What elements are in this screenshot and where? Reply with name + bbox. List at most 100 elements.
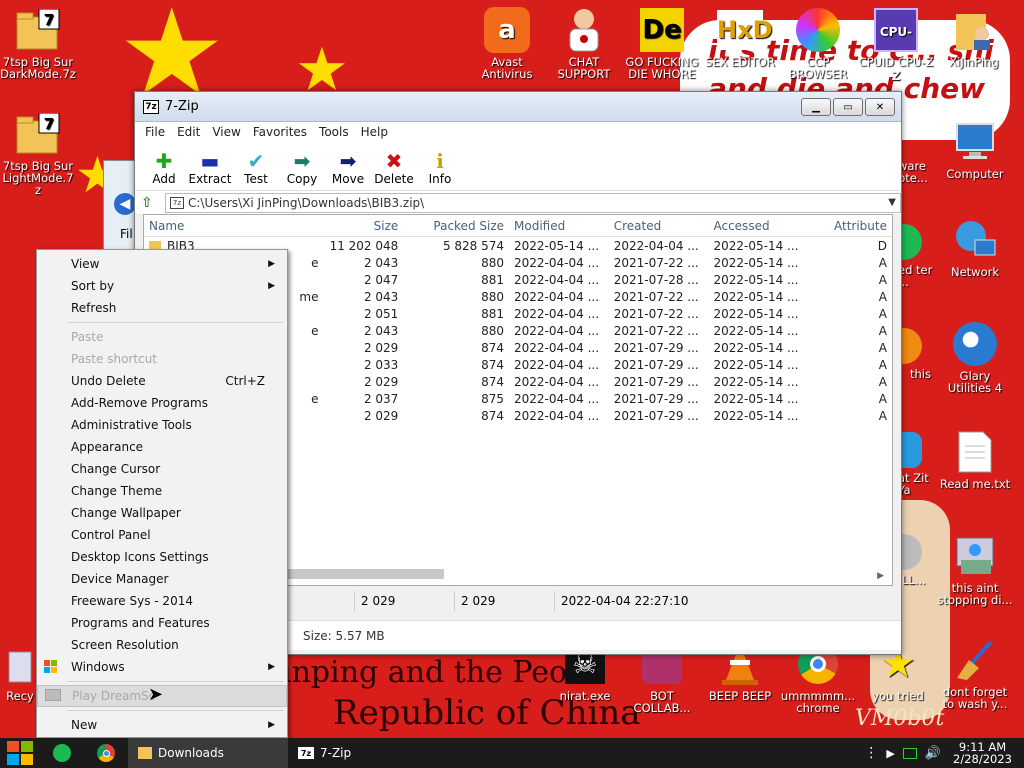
menu-item-desktop-icons-settings[interactable]: Desktop Icons Settings: [37, 546, 287, 568]
desktop-icon-cpuz[interactable]: CPU-Z CPUID CPU-Z: [858, 6, 934, 83]
desktop-icon-7tsp-light[interactable]: 7 7tsp Big Sur LightMode.7z: [0, 110, 76, 196]
cell-accessed: 2022-05-14 ...: [713, 391, 799, 406]
menu-edit[interactable]: Edit: [171, 125, 206, 139]
volume-icon[interactable]: 🔊: [925, 746, 941, 761]
text-file-icon: [951, 428, 999, 476]
cell-packed-size: 874: [481, 340, 505, 355]
menu-item-sort-by[interactable]: Sort by ▶: [37, 275, 287, 297]
menu-favorites[interactable]: Favorites: [247, 125, 313, 139]
menu-help[interactable]: Help: [355, 125, 394, 139]
cell-accessed: 2022-05-14 ...: [713, 238, 799, 253]
scroll-right-icon[interactable]: ▶: [877, 571, 884, 581]
column-attribute[interactable]: Attribute: [808, 219, 892, 233]
menu-file[interactable]: File: [139, 125, 171, 139]
clock[interactable]: 9:11 AM 2/28/2023: [949, 741, 1016, 765]
desktop-icon-chat-support[interactable]: CHAT SUPPORT: [546, 6, 622, 80]
menu-item-add-remove-programs[interactable]: Add-Remove Programs: [37, 392, 287, 414]
move-button[interactable]: ➡ Move: [325, 142, 371, 190]
list-header: Name Size Packed Size Modified Created A…: [144, 215, 892, 237]
desktop-icon-hxd[interactable]: HxD SEX EDITOR: [702, 6, 778, 68]
cell-packed-size: 874: [481, 357, 505, 372]
menu-item-refresh[interactable]: Refresh: [37, 297, 287, 319]
desktop-icon-recycle-bin[interactable]: Recy: [0, 640, 40, 702]
taskbar-spotify[interactable]: [40, 738, 84, 768]
menu-item-change-wallpaper[interactable]: Change Wallpaper: [37, 502, 287, 524]
network-tray-icon[interactable]: [902, 747, 917, 759]
cell-attribute: A: [878, 391, 887, 406]
menu-separator: [67, 681, 283, 682]
desktop-icon-xijinping[interactable]: XiJinPing: [936, 6, 1012, 68]
menu-item-freeware-sys-2014[interactable]: Freeware Sys - 2014: [37, 590, 287, 612]
desktop-icon-glary[interactable]: Glary Utilities 4: [937, 320, 1013, 394]
desktop-icon-broom[interactable]: dont forget to wash y...: [937, 636, 1013, 710]
menu-tools[interactable]: Tools: [313, 125, 355, 139]
green-app-icon: [902, 222, 922, 262]
desktop-icon-7tsp-dark[interactable]: 7 7tsp Big Sur DarkMode.7z: [0, 6, 76, 80]
computer-icon: [951, 118, 999, 166]
column-packed-size[interactable]: Packed Size: [403, 219, 509, 233]
column-modified[interactable]: Modified: [509, 219, 609, 233]
menu-item-label: Freeware Sys - 2014: [71, 594, 193, 608]
desktop-icon-readme[interactable]: Read me.txt: [937, 428, 1013, 490]
minimize-button[interactable]: ▁: [801, 98, 831, 116]
up-folder-icon[interactable]: ⇧: [141, 195, 159, 211]
menu-item-appearance[interactable]: Appearance: [37, 436, 287, 458]
column-accessed[interactable]: Accessed: [708, 219, 808, 233]
cell-packed-size: 875: [481, 391, 505, 406]
more-options-icon[interactable]: ⋮: [864, 745, 878, 761]
column-name[interactable]: Name: [144, 219, 324, 233]
delete-button[interactable]: ✖ Delete: [371, 142, 417, 190]
menu-item-screen-resolution[interactable]: Screen Resolution: [37, 634, 287, 656]
column-size[interactable]: Size: [324, 219, 404, 233]
menu-item-administrative-tools[interactable]: Administrative Tools: [37, 414, 287, 436]
desktop-icon-label: Computer: [946, 167, 1004, 181]
menu-item-paste: Paste: [37, 326, 287, 348]
close-button[interactable]: ✕: [865, 98, 895, 116]
tray-arrow-icon[interactable]: ▶: [886, 747, 894, 760]
menu-item-device-manager[interactable]: Device Manager: [37, 568, 287, 590]
cell-created: 2021-07-29 ...: [613, 340, 699, 355]
test-button[interactable]: ✔ Test: [233, 142, 279, 190]
address-input[interactable]: 7z C:\Users\Xi JinPing\Downloads\BIB3.zi…: [165, 192, 901, 213]
menu-item-undo-delete[interactable]: Undo Delete Ctrl+Z: [37, 370, 287, 392]
copy-arrow-icon: ➡: [293, 149, 311, 173]
menu-item-new[interactable]: New ▶: [37, 714, 287, 736]
menu-item-change-theme[interactable]: Change Theme: [37, 480, 287, 502]
menu-item-programs-and-features[interactable]: Programs and Features: [37, 612, 287, 634]
desktop-icon-avast[interactable]: a Avast Antivirus: [469, 6, 545, 80]
desktop-icon-label: dont forget to wash y...: [942, 685, 1008, 711]
desktop-icon-network[interactable]: Network: [937, 216, 1013, 278]
cell-created: 2021-07-22 ...: [613, 255, 699, 270]
start-button[interactable]: [0, 738, 40, 768]
info-button[interactable]: i Info: [417, 142, 463, 190]
back-arrow-icon[interactable]: ◀: [114, 193, 136, 215]
menu-item-view[interactable]: View ▶: [37, 253, 287, 275]
desktop-icon-de[interactable]: De GO FUCKING DIE WHORE: [624, 6, 700, 80]
blue-app-icon: [902, 430, 922, 470]
taskbar-task-7zip[interactable]: 7z 7-Zip: [288, 738, 448, 768]
desktop-icon-computer[interactable]: Computer: [937, 118, 1013, 180]
desktop-icon-ccp-browser[interactable]: CCP BROWSER: [780, 6, 856, 80]
chevron-down-icon[interactable]: ▼: [888, 197, 896, 208]
menu-item-control-panel[interactable]: Control Panel: [37, 524, 287, 546]
extract-button[interactable]: ▬ Extract: [187, 142, 233, 190]
cell-attribute: A: [878, 289, 887, 304]
cell-attribute: A: [878, 255, 887, 270]
cpuz-icon: CPU-Z: [872, 6, 920, 83]
maximize-button[interactable]: ▭: [833, 98, 863, 116]
menu-item-change-cursor[interactable]: Change Cursor: [37, 458, 287, 480]
menu-view[interactable]: View: [206, 125, 246, 139]
add-button[interactable]: ✚ Add: [141, 142, 187, 190]
explorer-menu-file[interactable]: Fil: [120, 227, 133, 241]
taskbar-task-downloads[interactable]: Downloads: [128, 738, 288, 768]
desktop-icon-label: nirat.exe: [559, 689, 611, 703]
taskbar-chrome[interactable]: [84, 738, 128, 768]
browser-icon: [794, 6, 842, 54]
7zip-titlebar[interactable]: 7z 7-Zip ▁ ▭ ✕: [135, 92, 901, 122]
column-created[interactable]: Created: [609, 219, 709, 233]
desktop-icon-installer[interactable]: this aint stopping di...: [937, 532, 1013, 606]
copy-button[interactable]: ➡ Copy: [279, 142, 325, 190]
half-life-icon: [902, 326, 922, 366]
cell-modified: 2022-05-14 ...: [514, 238, 600, 253]
menu-item-windows[interactable]: Windows ▶: [37, 656, 287, 678]
